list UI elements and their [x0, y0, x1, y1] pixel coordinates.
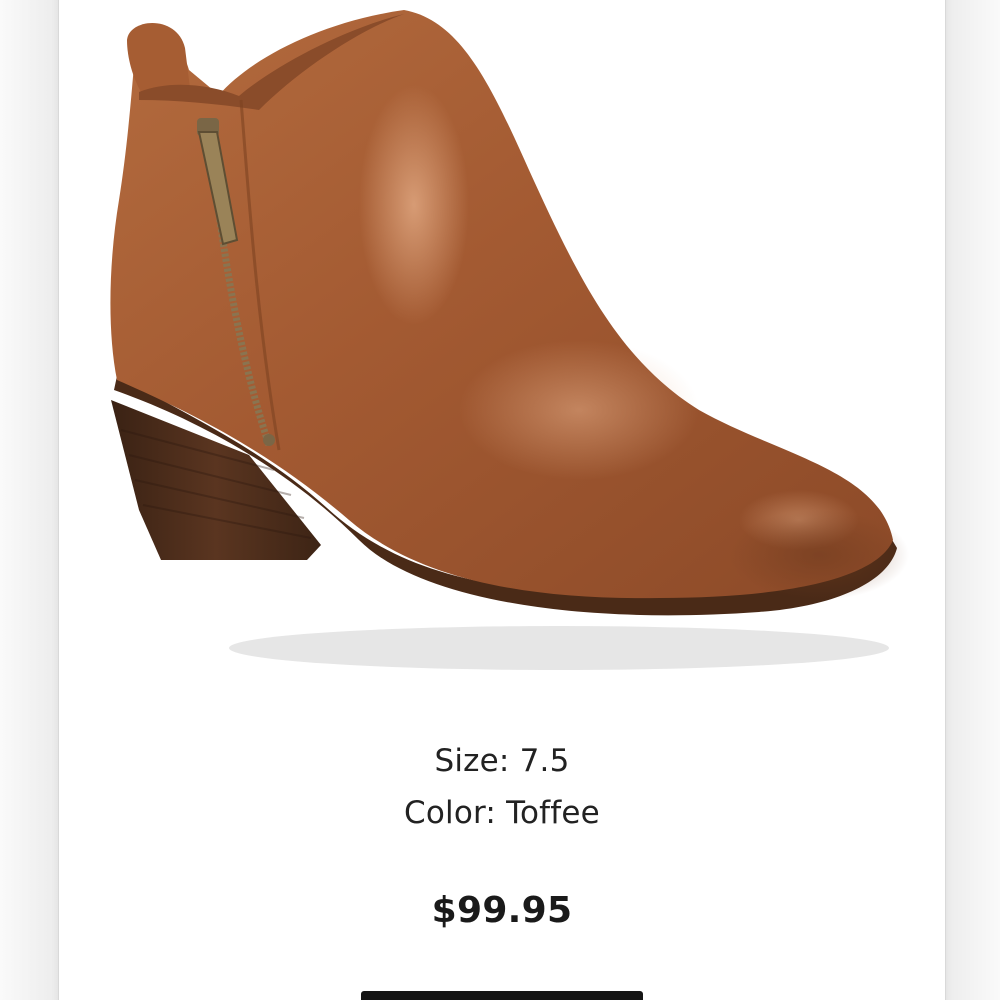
- price: $99.95: [431, 890, 573, 931]
- size-label: Size:: [434, 743, 510, 779]
- background-edge-right: [944, 0, 1000, 1000]
- size-line: Size: 7.5: [59, 735, 945, 787]
- product-details: Size: 7.5 Color: Toffee: [59, 735, 945, 839]
- background-edge-left: [0, 0, 58, 1000]
- size-value: 7.5: [519, 743, 570, 779]
- color-value: Toffee: [506, 795, 600, 831]
- page: Size: 7.5 Color: Toffee $99.95: [0, 0, 1000, 1000]
- boot-toe-shade: [729, 510, 909, 600]
- product-image[interactable]: [59, 0, 945, 690]
- product-card: Size: 7.5 Color: Toffee $99.95: [58, 0, 946, 1000]
- boot-highlight-upper: [359, 85, 469, 325]
- color-line: Color: Toffee: [59, 787, 945, 839]
- color-label: Color:: [404, 795, 497, 831]
- boot-highlight-vamp: [459, 340, 699, 480]
- action-button[interactable]: [361, 991, 643, 1000]
- boot-shadow: [229, 626, 889, 670]
